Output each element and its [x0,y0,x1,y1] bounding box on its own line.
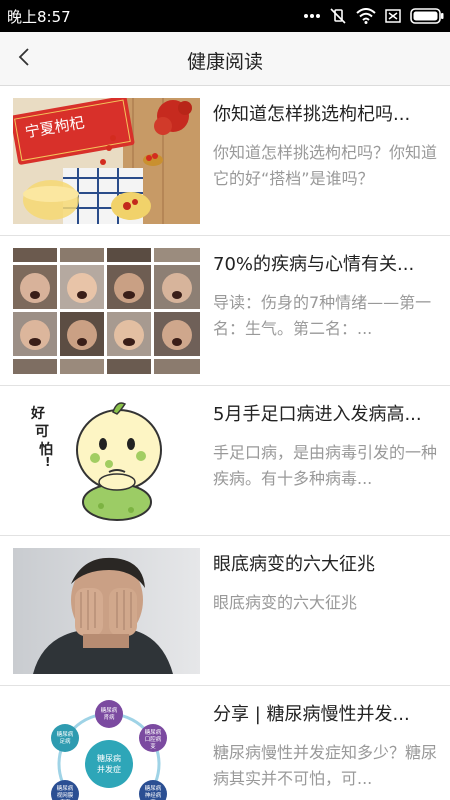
article-title[interactable]: 眼底病变的六大征兆 [213,550,437,576]
article-summary: 眼底病变的六大征兆 [213,593,358,612]
article-thumbnail: 好 可 怕 ! [13,398,200,524]
article-title[interactable]: 5月手足口病进入发病高... [213,400,437,426]
article-item-diabetes[interactable]: 糖尿病 并发症 糖尿病肾病 糖尿病口腔病变 糖尿病神经病变 糖尿病视网膜病变 糖… [0,686,450,800]
svg-text:糖尿病: 糖尿病 [145,784,162,792]
article-title[interactable]: 分享 | 糖尿病慢性并发... [213,700,437,726]
svg-text:肾病: 肾病 [103,713,115,721]
svg-text:视网膜: 视网膜 [57,791,74,799]
article-summary: 导读：伤身的7种情绪——第一名：生气。第二名：... [213,293,432,338]
svg-text:糖尿病: 糖尿病 [101,706,118,714]
article-item-emotions[interactable]: 70%的疾病与心情有关... 导读：伤身的7种情绪——第一名：生气。第二名：..… [0,236,450,386]
svg-text:口腔病: 口腔病 [145,735,162,743]
article-list[interactable]: 宁夏枸杞 你知道怎样挑选枸杞吗... 你知道怎样挑选枸杞吗？你知道它的好“搭档”… [0,86,450,800]
svg-text:糖尿病: 糖尿病 [57,730,74,738]
article-summary: 糖尿病慢性并发症知多少？糖尿病其实并不可怕，可... [213,743,437,788]
status-time: 晚上8:57 [7,8,71,26]
article-thumbnail: 宁夏枸杞 [13,98,200,224]
svg-text:神经病: 神经病 [145,791,162,799]
article-summary: 你知道怎样挑选枸杞吗？你知道它的好“搭档”是谁吗？ [213,143,437,188]
wifi-icon [356,8,376,24]
mute-icon [329,7,347,25]
article-thumbnail [13,548,200,674]
article-title[interactable]: 70%的疾病与心情有关... [213,250,437,276]
article-title[interactable]: 你知道怎样挑选枸杞吗... [213,100,437,126]
page-title: 健康阅读 [186,51,263,73]
article-item-goji[interactable]: 宁夏枸杞 你知道怎样挑选枸杞吗... 你知道怎样挑选枸杞吗？你知道它的好“搭档”… [0,86,450,236]
app-bar: 健康阅读 [0,32,450,86]
status-bar: 晚上8:57 [0,0,450,32]
svg-text:足病: 足病 [59,737,71,745]
article-summary: 手足口病，是由病毒引发的一种疾病。有十多种病毒... [213,443,437,488]
svg-text:变: 变 [150,742,156,750]
battery-icon [410,8,444,24]
article-thumbnail: 糖尿病 并发症 糖尿病肾病 糖尿病口腔病变 糖尿病神经病变 糖尿病视网膜病变 糖… [13,698,200,800]
svg-text:糖尿病: 糖尿病 [145,728,162,736]
svg-text:并发症: 并发症 [97,764,121,774]
svg-text:!: ! [45,455,50,469]
diagram-center-label: 糖尿病 [97,753,121,763]
sim-icon [385,8,401,24]
svg-text:可: 可 [35,424,49,440]
svg-text:好: 好 [30,405,45,422]
article-item-hfmd[interactable]: 好 可 怕 ! 5月手足口病进入发病高... 手足口病，是由病毒引发的一种疾病。… [0,386,450,536]
svg-text:糖尿病: 糖尿病 [57,784,74,792]
article-item-fundus[interactable]: 眼底病变的六大征兆 眼底病变的六大征兆 [0,536,450,686]
article-thumbnail [13,248,200,374]
dots-icon [304,13,320,19]
status-icons [304,0,444,32]
